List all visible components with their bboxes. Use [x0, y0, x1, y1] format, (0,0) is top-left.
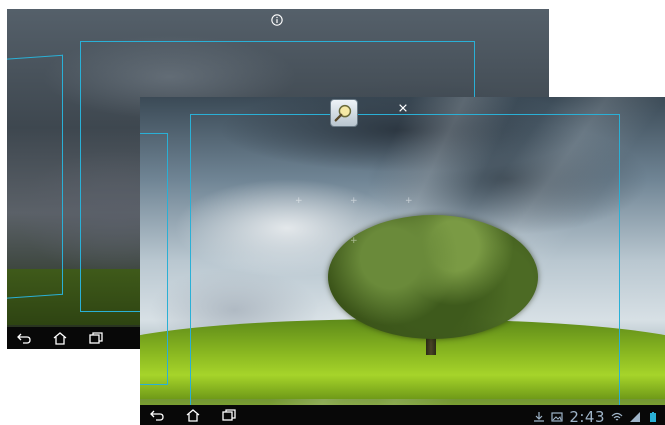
recent-apps-icon[interactable] — [85, 329, 107, 347]
back-side-frame-left[interactable] — [7, 54, 63, 300]
front-navigation-bar: 2:43 — [140, 405, 665, 425]
home-icon[interactable] — [49, 329, 71, 347]
info-icon[interactable] — [270, 13, 284, 27]
status-area[interactable]: 2:43 — [533, 405, 659, 425]
back-icon[interactable] — [146, 406, 168, 424]
zoom-magnifier-icon[interactable] — [330, 99, 358, 127]
wifi-icon — [611, 411, 623, 423]
signal-icon — [629, 411, 641, 423]
gallery-icon — [551, 411, 563, 423]
front-side-frame-left[interactable] — [140, 133, 168, 385]
recent-apps-icon[interactable] — [218, 406, 240, 424]
home-icon[interactable] — [182, 406, 204, 424]
front-page-frame[interactable] — [190, 114, 620, 407]
front-homescreen: + + + + + 2:43 — [140, 97, 665, 425]
close-icon[interactable] — [396, 101, 410, 115]
status-clock: 2:43 — [569, 408, 605, 425]
back-icon[interactable] — [13, 329, 35, 347]
download-icon — [533, 411, 545, 423]
battery-icon — [647, 411, 659, 423]
